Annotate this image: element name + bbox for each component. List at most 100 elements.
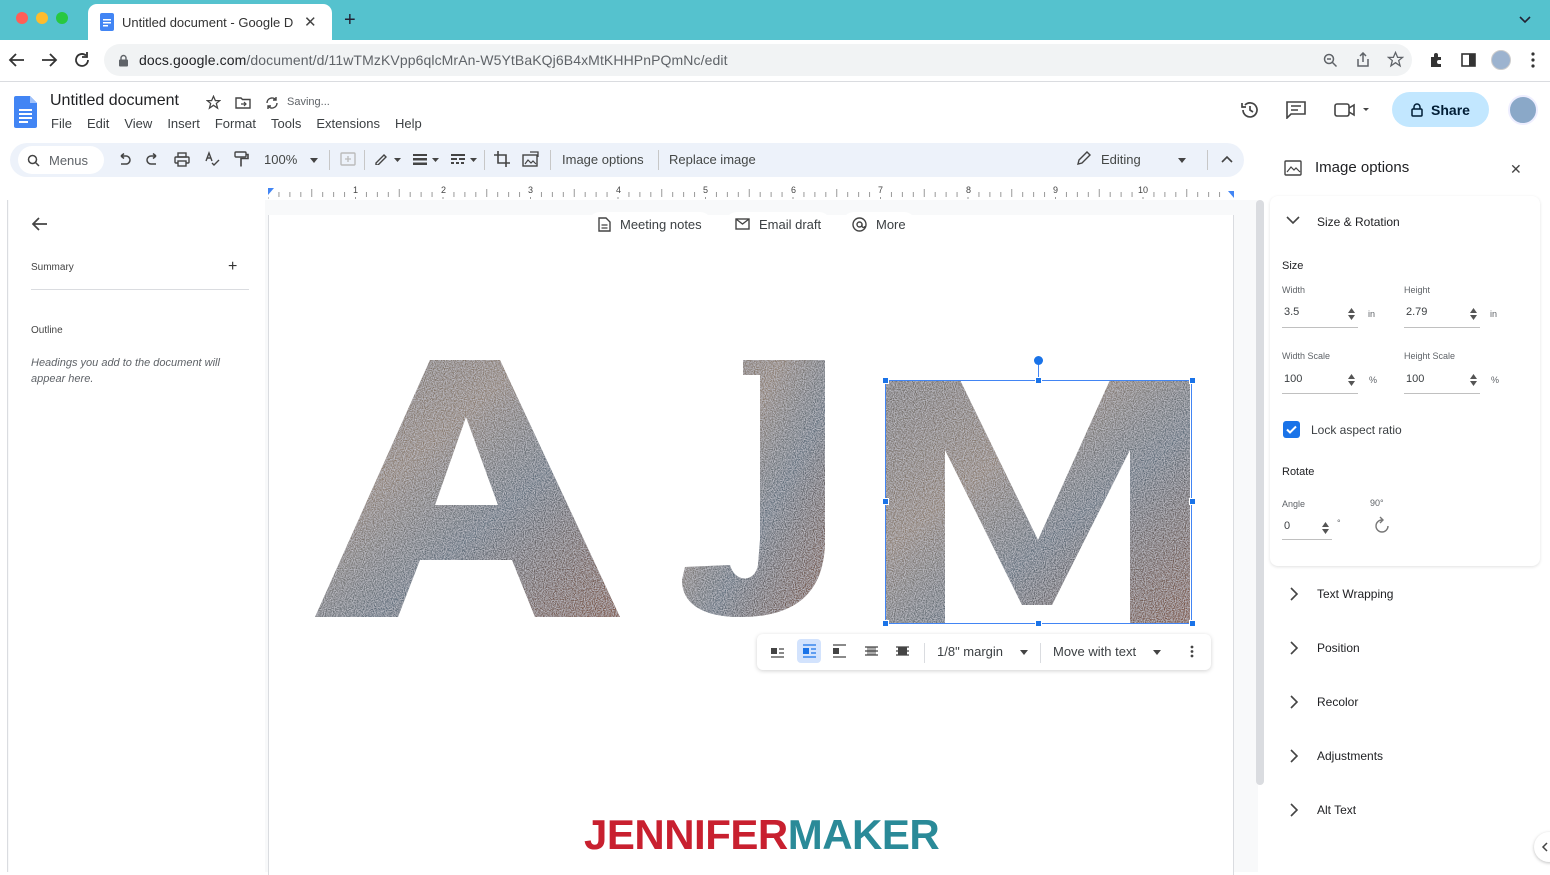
reload-icon[interactable] — [73, 51, 91, 69]
share-button[interactable]: Share — [1392, 92, 1489, 127]
in-front-of-text-icon[interactable] — [895, 644, 910, 658]
meet-icon[interactable] — [1334, 101, 1370, 119]
border-color-icon[interactable] — [374, 151, 402, 165]
forward-icon[interactable] — [40, 52, 58, 68]
left-indent-marker[interactable] — [268, 188, 274, 195]
browser-menu-icon[interactable] — [1531, 52, 1535, 68]
menu-format[interactable]: Format — [215, 116, 256, 131]
zoom-dropdown-icon[interactable] — [310, 158, 318, 163]
resize-handle-br[interactable] — [1189, 620, 1196, 627]
resize-handle-bl[interactable] — [882, 620, 889, 627]
horizontal-ruler[interactable] — [268, 183, 1234, 199]
width-stepper-icon[interactable] — [1348, 308, 1355, 320]
comments-icon[interactable] — [1286, 101, 1306, 119]
menu-tools[interactable]: Tools — [271, 116, 301, 131]
close-panel-icon[interactable]: ✕ — [1510, 161, 1522, 178]
section-recolor[interactable]: Recolor — [1317, 695, 1358, 709]
angle-stepper-icon[interactable] — [1322, 522, 1329, 534]
resize-handle-tl[interactable] — [882, 377, 889, 384]
behind-text-icon[interactable] — [864, 644, 879, 658]
add-summary-icon[interactable]: + — [228, 258, 237, 276]
email-draft-chip[interactable]: Email draft — [725, 212, 832, 236]
height-scale-field[interactable]: 100 — [1404, 366, 1480, 394]
tab-list-icon[interactable] — [1518, 12, 1532, 26]
more-chip[interactable]: More — [842, 212, 916, 236]
sidepanel-icon[interactable] — [1461, 53, 1476, 67]
letter-j-image[interactable] — [682, 360, 825, 617]
image-options-button[interactable]: Image options — [562, 152, 644, 167]
wrap-inline-icon[interactable] — [770, 644, 785, 658]
angle-field[interactable]: 0 — [1282, 512, 1332, 540]
close-tab-icon[interactable]: ✕ — [304, 13, 317, 31]
chevron-right-icon[interactable] — [1290, 641, 1299, 655]
undo-icon[interactable] — [117, 153, 131, 165]
menu-insert[interactable]: Insert — [167, 116, 200, 131]
profile-avatar[interactable] — [1491, 50, 1511, 70]
lock-aspect-checkbox[interactable] — [1283, 421, 1300, 438]
section-text-wrapping[interactable]: Text Wrapping — [1317, 587, 1393, 601]
more-options-icon[interactable] — [1190, 645, 1194, 658]
resize-handle-t[interactable] — [1035, 377, 1042, 384]
account-avatar[interactable] — [1508, 95, 1538, 125]
close-outline-icon[interactable] — [32, 217, 48, 231]
menu-view[interactable]: View — [124, 116, 152, 131]
new-tab-icon[interactable]: + — [344, 9, 356, 32]
rotate-90-icon[interactable] — [1373, 516, 1392, 535]
menu-edit[interactable]: Edit — [87, 116, 109, 131]
height-field[interactable]: 2.79 — [1404, 300, 1480, 328]
width-scale-stepper-icon[interactable] — [1348, 374, 1355, 386]
mode-dropdown-icon[interactable] — [1178, 158, 1186, 163]
margin-select[interactable]: 1/8" margin — [937, 644, 1003, 659]
meeting-notes-chip[interactable]: Meeting notes — [588, 212, 712, 236]
menus-search[interactable]: Menus — [18, 146, 104, 174]
position-mode-select[interactable]: Move with text — [1053, 644, 1136, 659]
collapse-menus-icon[interactable] — [1221, 155, 1233, 163]
editing-mode-select[interactable]: Editing — [1101, 152, 1141, 167]
border-weight-icon[interactable] — [412, 153, 440, 165]
position-dropdown-icon[interactable] — [1153, 650, 1161, 655]
maximize-window-button[interactable] — [56, 12, 68, 24]
insert-comment-icon[interactable] — [340, 152, 356, 166]
star-icon[interactable] — [206, 95, 221, 110]
margin-dropdown-icon[interactable] — [1020, 650, 1028, 655]
resize-handle-tr[interactable] — [1189, 377, 1196, 384]
menu-extensions[interactable]: Extensions — [316, 116, 380, 131]
close-window-button[interactable] — [16, 12, 28, 24]
menu-help[interactable]: Help — [395, 116, 422, 131]
rotate-handle[interactable] — [1034, 356, 1043, 365]
right-indent-marker[interactable] — [1228, 191, 1234, 198]
share-page-icon[interactable] — [1356, 52, 1370, 68]
resize-handle-b[interactable] — [1035, 620, 1042, 627]
move-folder-icon[interactable] — [235, 96, 251, 109]
size-rotation-header[interactable]: Size & Rotation — [1317, 215, 1400, 229]
chevron-right-icon[interactable] — [1290, 749, 1299, 763]
letter-a-image[interactable] — [315, 360, 620, 617]
paint-format-icon[interactable] — [233, 151, 249, 168]
reset-image-icon[interactable] — [522, 151, 539, 167]
bookmark-star-icon[interactable] — [1387, 51, 1404, 68]
docs-logo-icon[interactable] — [14, 96, 37, 128]
break-text-icon[interactable] — [832, 644, 847, 658]
back-icon[interactable] — [8, 52, 26, 68]
spellcheck-icon[interactable] — [204, 151, 220, 167]
browser-tab[interactable]: Untitled document - Google D ✕ — [88, 4, 332, 40]
chevron-down-icon[interactable] — [1286, 216, 1300, 225]
height-stepper-icon[interactable] — [1470, 308, 1477, 320]
chevron-right-icon[interactable] — [1290, 695, 1299, 709]
print-icon[interactable] — [174, 152, 190, 167]
section-alt-text[interactable]: Alt Text — [1317, 803, 1356, 817]
crop-icon[interactable] — [494, 151, 510, 167]
border-dash-icon[interactable] — [450, 153, 478, 165]
width-scale-field[interactable]: 100 — [1282, 366, 1358, 394]
version-history-icon[interactable] — [1240, 100, 1260, 120]
vertical-ruler[interactable] — [0, 200, 8, 872]
document-title[interactable]: Untitled document — [50, 92, 179, 110]
zoom-select[interactable]: 100% — [264, 152, 297, 167]
zoom-icon[interactable] — [1323, 53, 1338, 68]
extensions-icon[interactable] — [1428, 52, 1444, 68]
resize-handle-r[interactable] — [1189, 498, 1196, 505]
replace-image-button[interactable]: Replace image — [669, 152, 756, 167]
image-selection-box[interactable] — [885, 380, 1192, 624]
section-adjustments[interactable]: Adjustments — [1317, 749, 1383, 763]
redo-icon[interactable] — [146, 153, 160, 165]
